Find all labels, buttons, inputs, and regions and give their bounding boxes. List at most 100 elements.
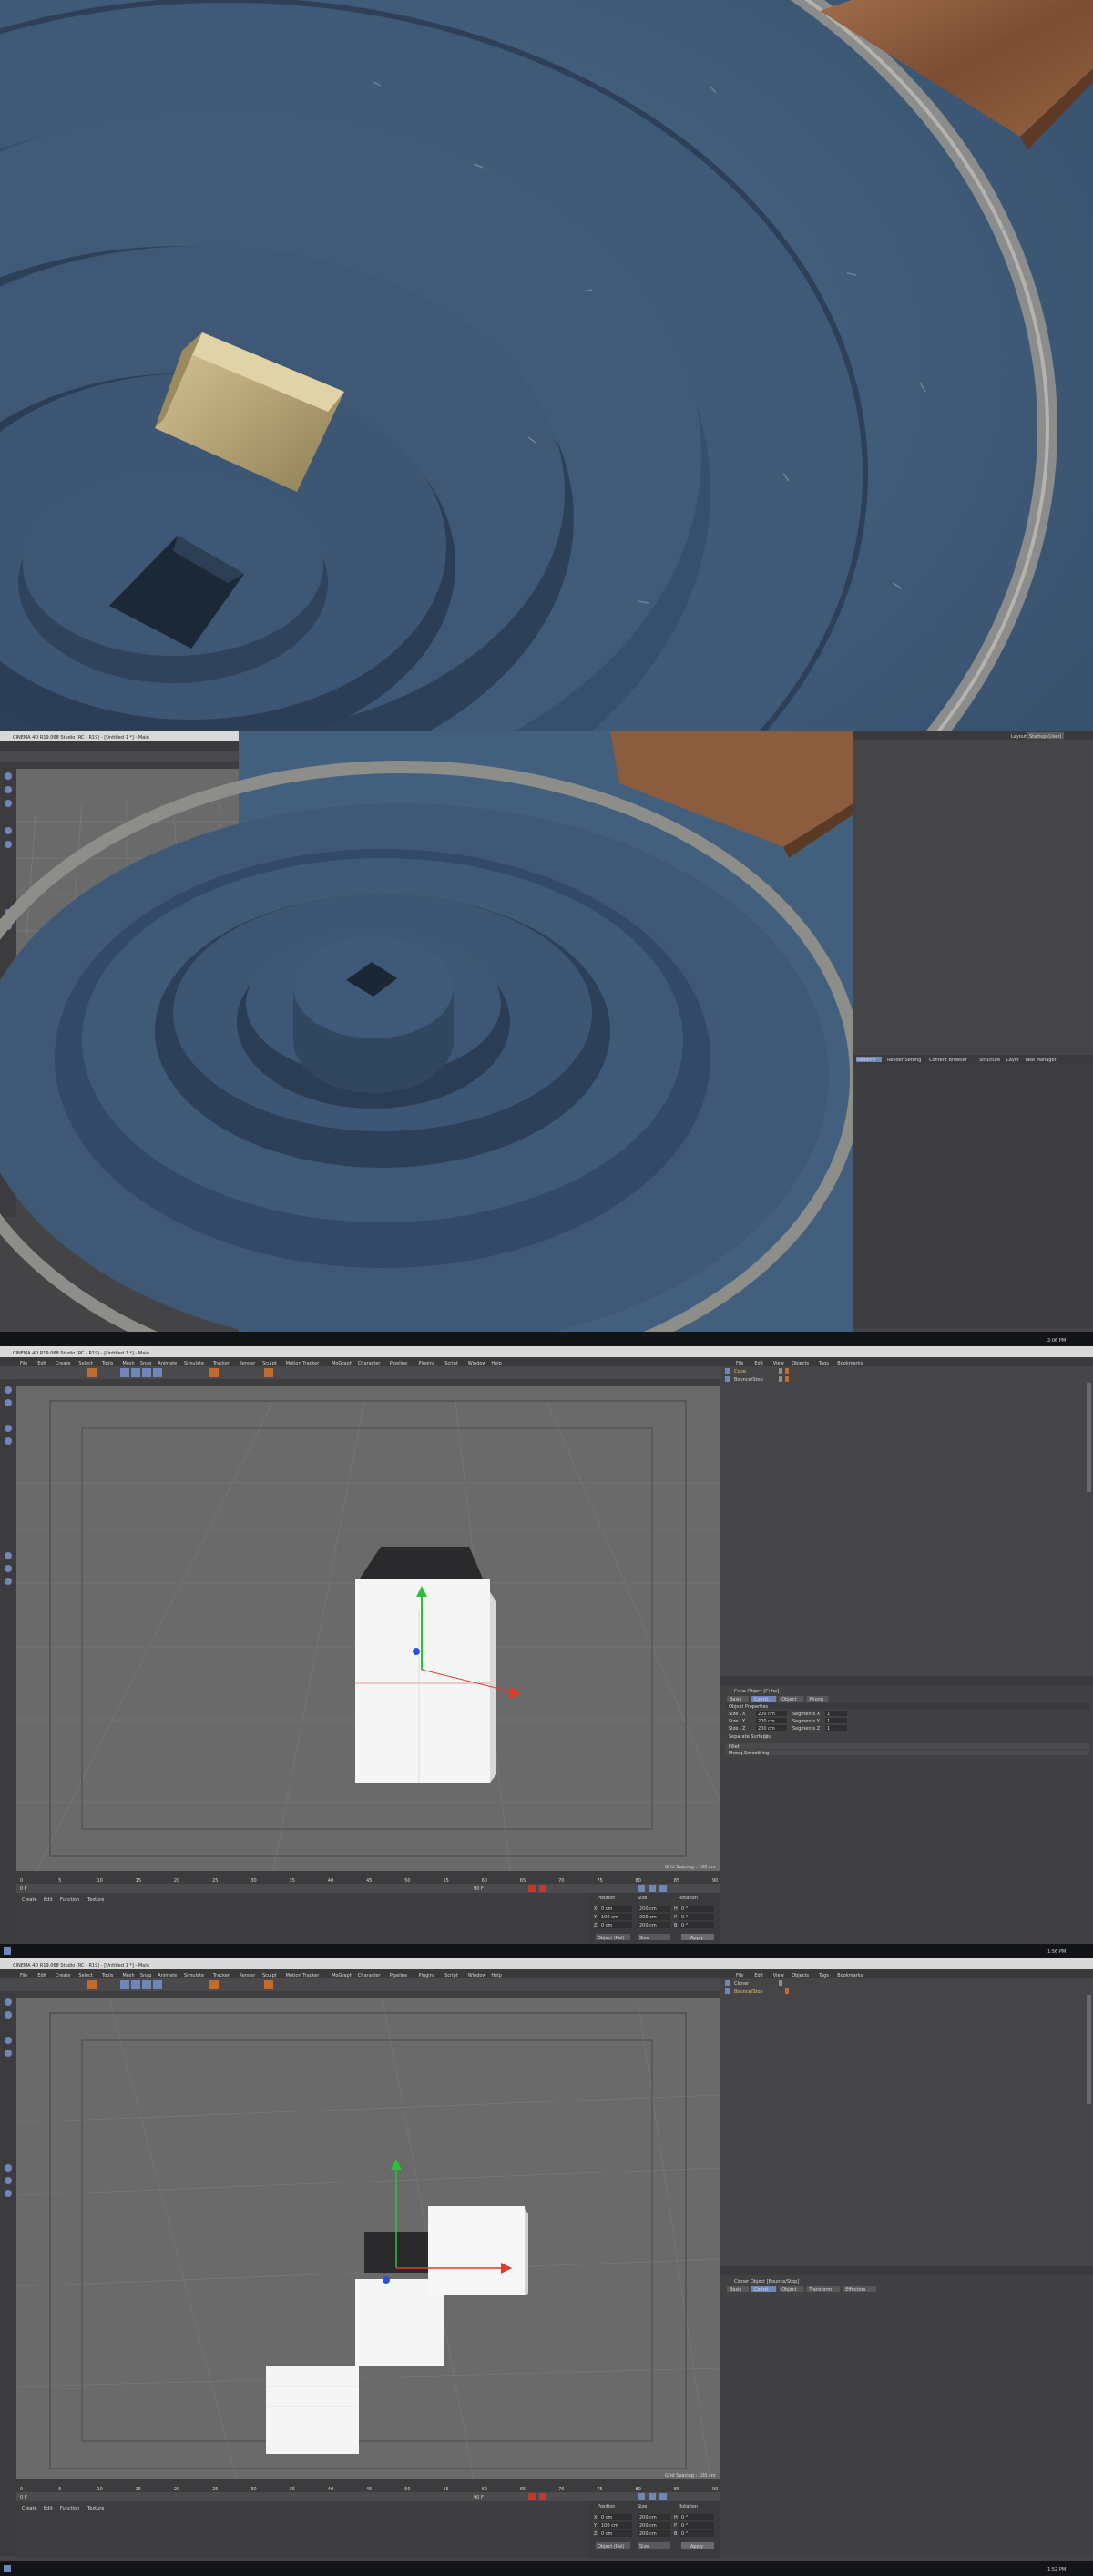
menu-item-character[interactable]: Character bbox=[358, 1973, 382, 1978]
coord-size-value: Size bbox=[639, 2544, 649, 2550]
rotation-axis-label: B bbox=[674, 1923, 678, 1928]
menu-item-script[interactable]: Script bbox=[444, 1361, 458, 1366]
menu-item-window[interactable]: Window bbox=[468, 1361, 486, 1366]
size-value: 200 cm bbox=[639, 1906, 657, 1912]
menu-item-file[interactable]: File bbox=[20, 1973, 27, 1978]
phong-section[interactable] bbox=[725, 1750, 1089, 1755]
objects-menu-view[interactable]: View bbox=[773, 1973, 784, 1978]
material-menu-texture[interactable]: Texture bbox=[87, 2506, 104, 2511]
object-item-cube[interactable]: Cube bbox=[734, 1369, 746, 1375]
layout-label: Layout: bbox=[1011, 734, 1028, 740]
objects-menu-bookmarks[interactable]: Bookmarks bbox=[837, 1973, 863, 1978]
menu-item-simulate[interactable]: Simulate bbox=[184, 1973, 204, 1978]
menu-item-select[interactable]: Select bbox=[78, 1361, 92, 1366]
scrollbar[interactable] bbox=[1087, 1995, 1091, 2104]
playback-controls[interactable] bbox=[16, 1884, 720, 1893]
menu-item-create[interactable]: Create bbox=[56, 1973, 71, 1978]
menu-item-tracker[interactable]: Tracker bbox=[212, 1361, 230, 1366]
timeline-tick: 35 bbox=[290, 2487, 295, 2492]
attr-size-value: 200 cm bbox=[758, 1712, 775, 1717]
coord-header-position: Position bbox=[598, 1896, 615, 1901]
menu-item-pipeline[interactable]: Pipeline bbox=[390, 1973, 408, 1978]
menu-item-help[interactable]: Help bbox=[491, 1361, 501, 1366]
objects-menu-bookmarks[interactable]: Bookmarks bbox=[837, 1361, 863, 1366]
menu-item-tracker[interactable]: Tracker bbox=[212, 1973, 230, 1978]
toolbar bbox=[0, 1366, 720, 1379]
menu-item-animate[interactable]: Animate bbox=[158, 1973, 177, 1978]
menu-item-mesh[interactable]: Mesh bbox=[123, 1361, 135, 1366]
menu-item-plugins[interactable]: Plugins bbox=[419, 1361, 435, 1366]
menu-item-tools[interactable]: Tools bbox=[101, 1973, 114, 1978]
menu-item-sculpt[interactable]: Sculpt bbox=[262, 1361, 277, 1366]
timeline-tick: 40 bbox=[328, 1878, 333, 1884]
object-item-bounce-stop[interactable]: Bounce/Stop bbox=[734, 1989, 763, 1995]
menu-item-mesh[interactable]: Mesh bbox=[123, 1973, 135, 1978]
coordinate-manager: Position Size Rotation X0 cm 200 cm H 0 °Y 1… bbox=[590, 2501, 720, 2558]
scrollbar[interactable] bbox=[1087, 1383, 1091, 1492]
position-value: 100 cm bbox=[601, 1915, 618, 1920]
menu-item-help[interactable]: Help bbox=[491, 1973, 501, 1978]
attribute-menu bbox=[720, 2266, 1093, 2275]
menu-item-select[interactable]: Select bbox=[78, 1973, 92, 1978]
menu-item-snap[interactable]: Snap bbox=[140, 1973, 152, 1978]
material-menu-edit[interactable]: Edit bbox=[44, 2506, 53, 2511]
cube-object-icon bbox=[725, 1368, 730, 1374]
material-menu-texture[interactable]: Texture bbox=[87, 1897, 104, 1903]
timeline-tick: 90 bbox=[712, 1878, 718, 1884]
menu-item-mograph[interactable]: MoGraph bbox=[332, 1973, 352, 1978]
menu-item-edit[interactable]: Edit bbox=[37, 1361, 46, 1366]
object-item-cloner[interactable]: Cloner bbox=[734, 1981, 750, 1987]
timeline-tick: 20 bbox=[174, 1878, 179, 1884]
objects-menu-file[interactable]: File bbox=[736, 1361, 743, 1366]
rotation-value: 0 ° bbox=[681, 1915, 689, 1920]
objects-menu-file[interactable]: File bbox=[736, 1973, 743, 1978]
coord-header-size: Size bbox=[638, 1896, 647, 1901]
menu-item-character[interactable]: Character bbox=[358, 1361, 382, 1366]
menu-item-render[interactable]: Render bbox=[240, 1361, 257, 1366]
objects-menu-edit[interactable]: Edit bbox=[754, 1973, 763, 1978]
windows-taskbar bbox=[0, 1332, 1093, 1346]
material-menu-function[interactable]: Function bbox=[60, 1897, 79, 1903]
menu-item-script[interactable]: Script bbox=[444, 1973, 458, 1978]
menu-item-pipeline[interactable]: Pipeline bbox=[390, 1361, 408, 1366]
coord-axis-label: X bbox=[594, 2515, 598, 2520]
material-menu-function[interactable]: Function bbox=[60, 2506, 79, 2511]
menu-item-render[interactable]: Render bbox=[240, 1973, 257, 1978]
menu-item-plugins[interactable]: Plugins bbox=[419, 1973, 435, 1978]
timeline-tick: 20 bbox=[174, 2487, 179, 2492]
tab-label: Structure bbox=[979, 1058, 1000, 1063]
objects-menu-objects[interactable]: Objects bbox=[792, 1361, 809, 1366]
tab-label: Effectors bbox=[845, 2287, 866, 2293]
objects-menu-view[interactable]: View bbox=[773, 1361, 784, 1366]
playback-controls[interactable] bbox=[16, 2492, 720, 2501]
object-item-bounce-stop[interactable]: Bounce/Stop bbox=[734, 1377, 763, 1383]
menu-item-tools[interactable]: Tools bbox=[101, 1361, 114, 1366]
menu-item-simulate[interactable]: Simulate bbox=[184, 1361, 204, 1366]
menu-item-file[interactable]: File bbox=[20, 1361, 27, 1366]
material-menu-edit[interactable]: Edit bbox=[44, 1897, 53, 1903]
attr-segments-value: 1 bbox=[827, 1726, 830, 1732]
objects-menu-tags[interactable]: Tags bbox=[818, 1361, 829, 1366]
coord-mode-value: Object (Rel) bbox=[598, 1936, 625, 1941]
objects-menu-objects[interactable]: Objects bbox=[792, 1973, 809, 1978]
material-menu-create[interactable]: Create bbox=[22, 2506, 37, 2511]
cube-object[interactable] bbox=[355, 1547, 496, 1783]
fillet-section[interactable] bbox=[725, 1743, 1089, 1749]
coord-size-value: Size bbox=[639, 1936, 649, 1941]
menu-item-create[interactable]: Create bbox=[56, 1361, 71, 1366]
menu-item-animate[interactable]: Animate bbox=[158, 1361, 177, 1366]
c4d-window-render-view: CINEMA 4D R19.068 Studio (RC - R19) - [U… bbox=[0, 731, 1093, 1346]
menu-item-motion-tracker[interactable]: Motion Tracker bbox=[286, 1973, 321, 1978]
menu-item-motion-tracker[interactable]: Motion Tracker bbox=[286, 1361, 321, 1366]
objects-menu-tags[interactable]: Tags bbox=[818, 1973, 829, 1978]
objects-menu-edit[interactable]: Edit bbox=[754, 1361, 763, 1366]
menu-item-snap[interactable]: Snap bbox=[140, 1361, 152, 1366]
menu-item-sculpt[interactable]: Sculpt bbox=[262, 1973, 277, 1978]
menu-item-window[interactable]: Window bbox=[468, 1973, 486, 1978]
menu-item-edit[interactable]: Edit bbox=[37, 1973, 46, 1978]
attribute-section: Object Properties bbox=[729, 1704, 769, 1710]
menu-item-mograph[interactable]: MoGraph bbox=[332, 1361, 352, 1366]
material-menu-create[interactable]: Create bbox=[22, 1897, 37, 1903]
taskbar-clock: 1:52 PM bbox=[1047, 2567, 1066, 2572]
grid-spacing-label: Grid Spacing : 100 cm bbox=[665, 2473, 716, 2479]
